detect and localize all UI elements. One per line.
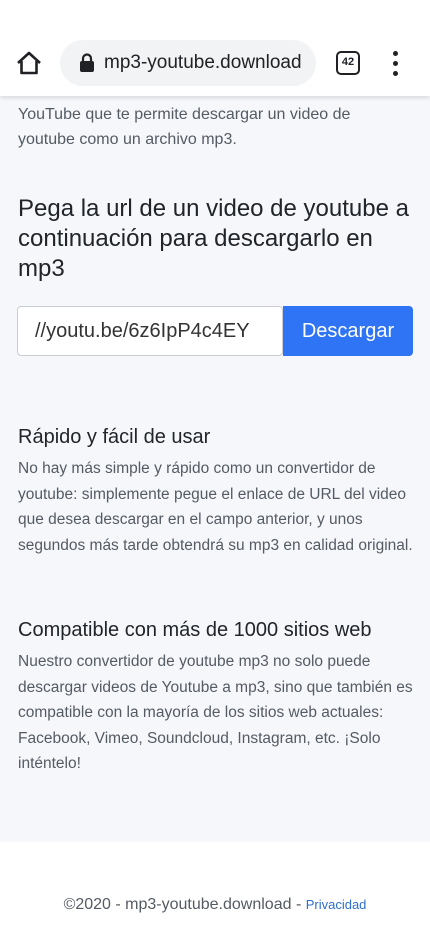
privacy-link[interactable]: Privacidad xyxy=(306,897,367,912)
page-content: YouTube que te permite descargar un vide… xyxy=(0,96,430,842)
footer-line: ©2020 - mp3-youtube.download - Privacida… xyxy=(0,896,430,914)
converter-form: //youtu.be/6z6IpP4c4EY Descargar xyxy=(17,306,413,356)
feature-body-compatible: Nuestro convertidor de youtube mp3 no so… xyxy=(18,653,413,772)
video-url-value: //youtu.be/6z6IpP4c4EY xyxy=(35,320,250,342)
address-bar[interactable]: mp3-youtube.download xyxy=(60,40,316,86)
home-icon[interactable] xyxy=(14,48,44,78)
copyright-text: ©2020 - mp3-youtube.download - xyxy=(63,896,306,913)
browser-toolbar: mp3-youtube.download 42 xyxy=(0,0,430,96)
address-bar-url: mp3-youtube.download xyxy=(104,52,302,73)
overflow-menu-icon[interactable] xyxy=(386,50,406,78)
tab-switcher-icon[interactable]: 42 xyxy=(336,51,360,75)
lock-icon xyxy=(80,53,94,72)
converter-heading: Pega la url de un video de youtube a con… xyxy=(18,195,409,282)
video-url-input[interactable]: //youtu.be/6z6IpP4c4EY xyxy=(17,306,283,356)
download-button[interactable]: Descargar xyxy=(283,306,413,356)
feature-body-fast: No hay más simple y rápido como un conve… xyxy=(18,460,413,554)
feature-title-compatible: Compatible con más de 1000 sitios web xyxy=(18,619,372,641)
page-footer: ©2020 - mp3-youtube.download - Privacida… xyxy=(0,842,430,934)
feature-title-fast: Rápido y fácil de usar xyxy=(18,426,211,448)
intro-text: YouTube que te permite descargar un vide… xyxy=(18,106,351,148)
